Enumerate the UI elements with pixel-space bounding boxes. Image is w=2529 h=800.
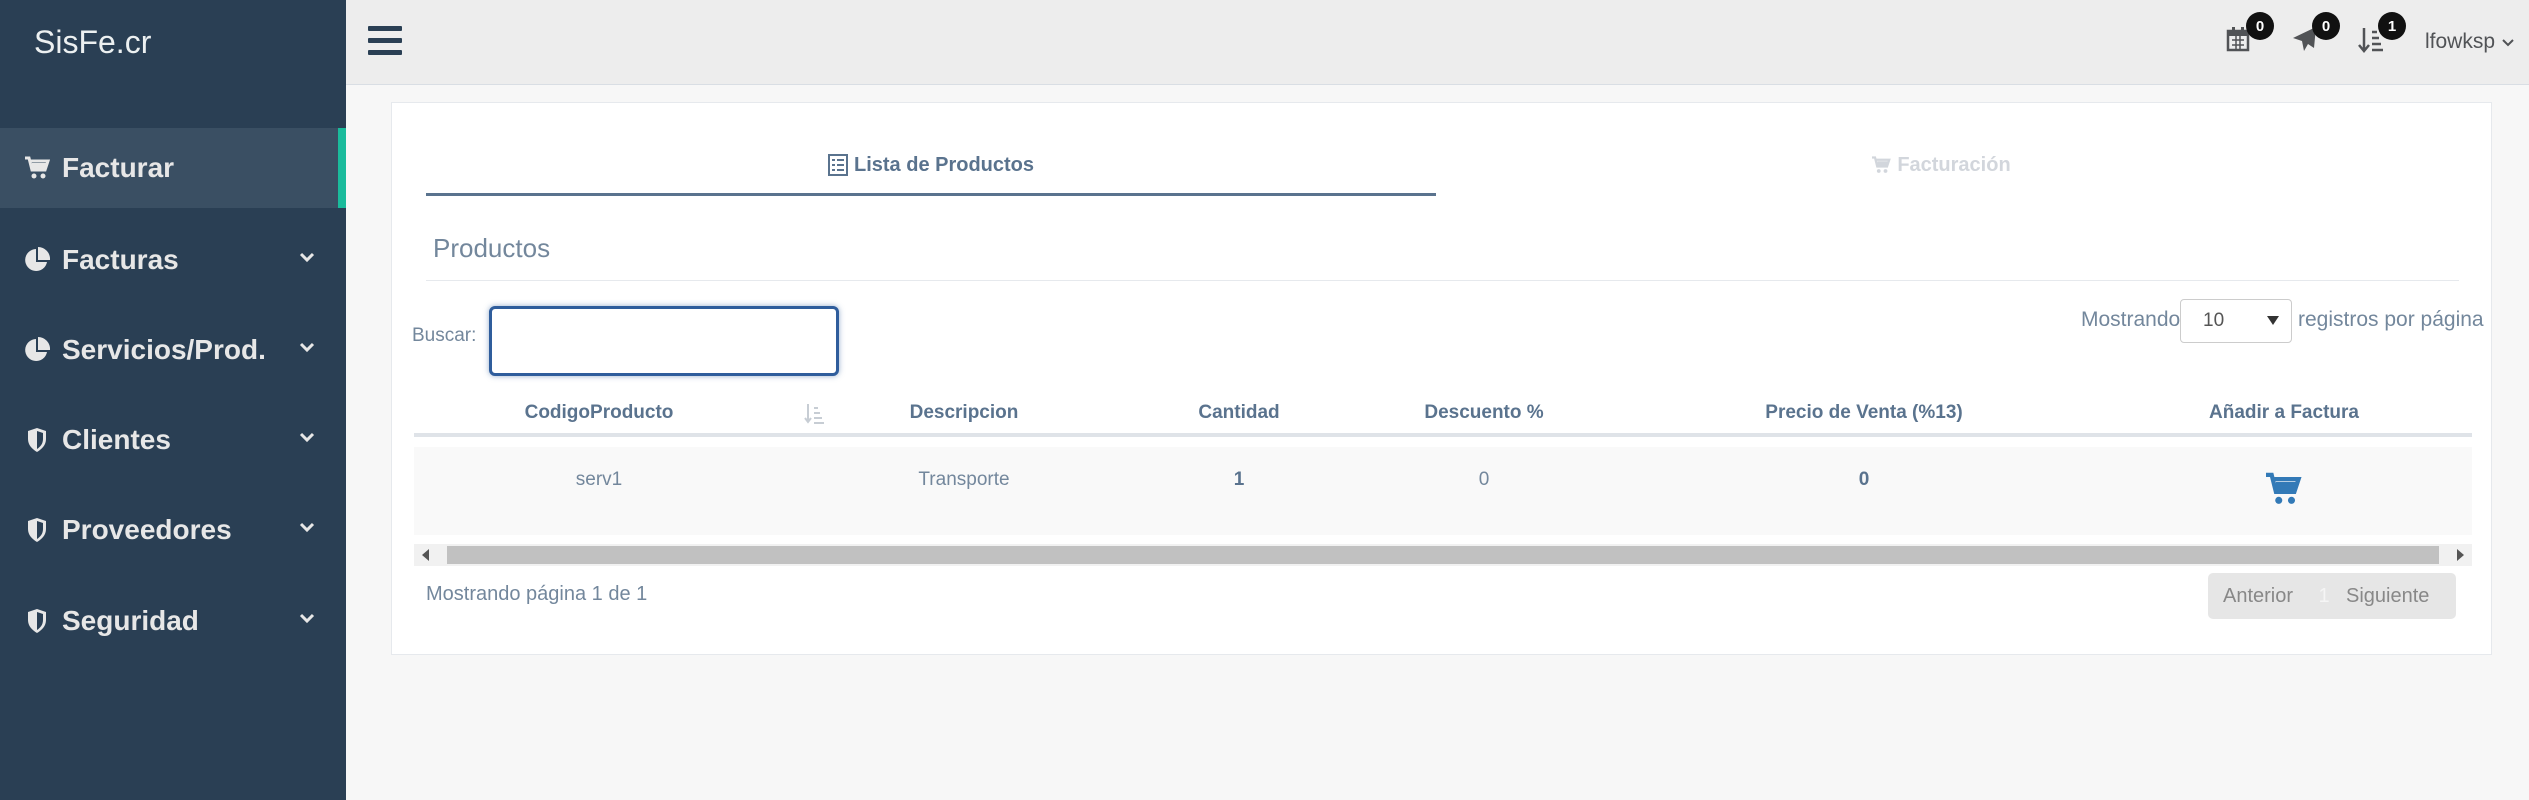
cart-icon	[1872, 156, 1892, 173]
cell-codigo: serv1	[575, 469, 623, 490]
pagination: Anterior 1 Siguiente	[2208, 573, 2456, 619]
add-to-invoice-cart-icon[interactable]	[2264, 472, 2302, 506]
dropdown-caret-icon	[2267, 316, 2279, 325]
pie-chart-icon	[22, 335, 52, 365]
shield-icon	[22, 425, 52, 455]
cell-precio: 0	[1858, 469, 1870, 490]
cell-descripcion: Transporte	[918, 469, 1010, 490]
sidebar-item-facturar[interactable]: Facturar	[0, 128, 346, 208]
table-row: serv1 Transporte 1 0 0	[414, 447, 2472, 535]
sidebar-item-label: Seguridad	[62, 605, 199, 636]
sidebar: SisFe.cr Facturar Facturas Servicios/Pro…	[0, 0, 346, 800]
column-header-precio[interactable]: Precio de Venta (%13)	[1714, 393, 2014, 433]
sort-notification-button[interactable]: 1	[2358, 12, 2406, 60]
section-title: Productos	[433, 233, 551, 263]
chevron-down-icon	[2502, 39, 2514, 47]
sidebar-item-proveedores[interactable]: Proveedores	[0, 490, 346, 570]
scrollbar-thumb[interactable]	[447, 546, 2439, 564]
column-header-anadir[interactable]: Añadir a Factura	[2154, 393, 2414, 433]
sidebar-item-servicios[interactable]: Servicios/Prod.	[0, 310, 346, 390]
shield-icon	[22, 606, 52, 636]
search-input[interactable]	[489, 306, 839, 376]
prev-page-button[interactable]: Anterior	[2208, 585, 2308, 608]
next-page-button[interactable]: Siguiente	[2340, 585, 2429, 608]
column-header-descuento[interactable]: Descuento %	[1384, 393, 1584, 433]
table-header: CodigoProducto Descripcion Cantidad Desc…	[414, 393, 2472, 437]
notification-badge: 0	[2312, 12, 2340, 40]
sidebar-item-label: Proveedores	[62, 514, 232, 545]
user-menu[interactable]: lfowksp	[2425, 30, 2515, 54]
user-name: lfowksp	[2425, 30, 2496, 53]
pie-chart-icon	[22, 245, 52, 275]
page-length-suffix: registros por página	[2298, 308, 2484, 331]
shield-icon	[22, 515, 52, 545]
cell-cantidad: 1	[1233, 469, 1245, 490]
page-length-value: 10	[2203, 310, 2225, 331]
chevron-down-icon	[299, 613, 315, 624]
scroll-right-arrow-icon[interactable]	[2457, 549, 2464, 561]
chevron-down-icon	[299, 432, 315, 443]
cell-descuento: 0	[1478, 469, 1490, 490]
messages-notification-button[interactable]: 0	[2292, 12, 2340, 60]
column-header-descripcion[interactable]: Descripcion	[834, 393, 1094, 433]
sidebar-item-seguridad[interactable]: Seguridad	[0, 581, 346, 661]
menu-toggle-icon[interactable]	[368, 26, 402, 56]
column-header-cantidad[interactable]: Cantidad	[1154, 393, 1324, 433]
chevron-down-icon	[299, 522, 315, 533]
search-label: Buscar:	[412, 325, 477, 346]
top-navbar: 0 0 1 lfowksp	[346, 0, 2529, 85]
sidebar-item-facturas[interactable]: Facturas	[0, 220, 346, 300]
page-length-prefix: Mostrando	[2081, 308, 2181, 331]
sidebar-item-label: Facturar	[62, 152, 175, 183]
notification-badge: 0	[2246, 12, 2274, 40]
tab-label: Lista de Productos	[853, 153, 1035, 176]
brand-logo[interactable]: SisFe.cr	[0, 0, 346, 84]
sidebar-item-label: Facturas	[62, 244, 179, 275]
sidebar-item-label: Clientes	[62, 424, 171, 455]
sidebar-item-label: Servicios/Prod.	[62, 334, 266, 365]
tab-label: Facturación	[1897, 153, 2011, 176]
notification-badge: 1	[2378, 12, 2406, 40]
pagination-info: Mostrando página 1 de 1	[426, 583, 648, 605]
chevron-down-icon	[299, 252, 315, 263]
active-tab-indicator	[426, 193, 1436, 196]
sort-ascending-icon[interactable]	[804, 403, 824, 425]
column-header-codigo[interactable]: CodigoProducto	[494, 393, 704, 433]
page-number-button[interactable]: 1	[2308, 585, 2340, 608]
tab-lista-productos[interactable]: Lista de Productos	[426, 145, 1436, 185]
list-icon	[827, 154, 848, 176]
calendar-notification-button[interactable]: 0	[2226, 12, 2274, 60]
main-panel: Lista de Productos Facturación Productos…	[391, 102, 2492, 655]
cart-icon	[22, 153, 52, 183]
horizontal-scrollbar[interactable]	[414, 544, 2472, 566]
divider	[426, 280, 2459, 281]
sidebar-item-clientes[interactable]: Clientes	[0, 400, 346, 480]
chevron-down-icon	[299, 342, 315, 353]
page-length-select[interactable]: 10	[2180, 299, 2292, 343]
scroll-left-arrow-icon[interactable]	[422, 549, 429, 561]
tab-facturacion[interactable]: Facturación	[1436, 145, 2446, 185]
